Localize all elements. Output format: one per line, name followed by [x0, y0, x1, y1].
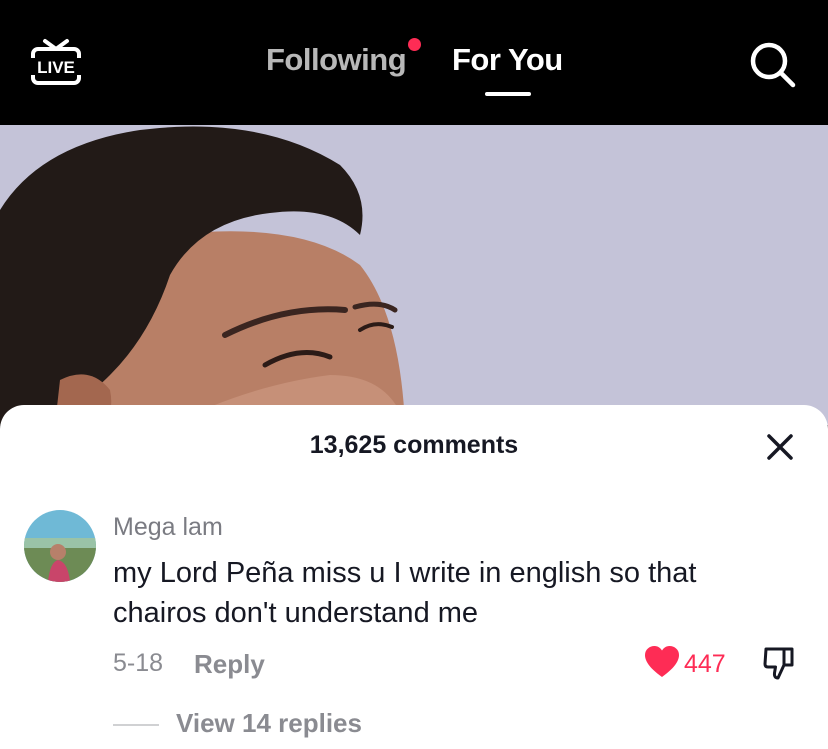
top-navigation-bar: LIVE Following For You: [0, 0, 828, 125]
comment-username[interactable]: Mega lam: [113, 513, 223, 542]
avatar[interactable]: [24, 510, 96, 582]
reply-button[interactable]: Reply: [194, 649, 265, 680]
video-frame-image: [0, 125, 828, 425]
dislike-icon[interactable]: [762, 645, 796, 681]
replies-divider: [113, 724, 159, 726]
comment-date: 5-18: [113, 649, 164, 677]
like-count: 447: [684, 650, 726, 678]
active-tab-indicator: [485, 92, 531, 96]
live-icon[interactable]: LIVE: [30, 38, 82, 86]
comment-text: my Lord Peña miss u I write in english s…: [113, 557, 697, 629]
comments-count-title: 13,625 comments: [309, 431, 519, 459]
notification-dot: [408, 38, 421, 51]
comments-sheet: 13,625 comments Mega lam my Lord Peña mi…: [0, 405, 828, 749]
tab-for-you[interactable]: For You: [452, 42, 563, 78]
search-icon[interactable]: [746, 38, 798, 90]
svg-text:LIVE: LIVE: [37, 58, 75, 77]
close-icon[interactable]: [762, 429, 798, 465]
heart-icon[interactable]: [644, 645, 680, 679]
view-replies-button[interactable]: View 14 replies: [176, 708, 362, 739]
video-player[interactable]: [0, 125, 828, 425]
tab-following[interactable]: Following: [266, 42, 407, 78]
